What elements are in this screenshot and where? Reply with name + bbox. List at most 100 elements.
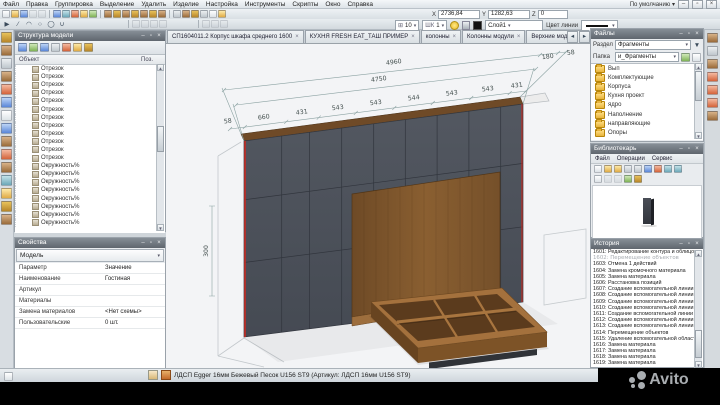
report-tool-icon[interactable]	[209, 10, 217, 18]
scroll-thumb[interactable]	[695, 330, 702, 358]
tree-item[interactable]: Окружность%	[15, 211, 165, 219]
dock-tab-icon[interactable]	[707, 46, 718, 56]
tree-item[interactable]: Отрезок	[15, 89, 165, 97]
structure-scrollbar[interactable]: ▲ ▼	[156, 64, 164, 231]
history-item[interactable]: 1608: Создание вспомогательной линии	[591, 292, 703, 298]
history-item[interactable]: 1615: Удаление вспомогательной области	[591, 336, 703, 342]
collapse-icon[interactable]	[62, 43, 71, 52]
scroll-up-icon[interactable]: ▲	[157, 64, 164, 71]
node-tool-icon[interactable]	[220, 20, 228, 28]
left-tool-icon[interactable]	[1, 136, 12, 147]
folder-item[interactable]: Комплектующие	[591, 73, 703, 82]
go-folder-icon[interactable]	[681, 53, 690, 62]
left-tool-icon[interactable]	[1, 214, 12, 225]
minimize-icon[interactable]: –	[140, 31, 146, 41]
material-tool-icon[interactable]	[182, 10, 190, 18]
float-icon[interactable]: ▫	[148, 31, 154, 41]
history-scrollbar[interactable]: ▲ ▼	[694, 250, 702, 368]
panel-title-bar[interactable]: Файлы – ▫ ×	[591, 29, 703, 39]
document-tab[interactable]: Колонны модули ×	[462, 30, 525, 43]
panel-tool-icon[interactable]	[113, 10, 121, 18]
tree-item[interactable]: Отрезок	[15, 65, 165, 73]
preview-toggle-icon[interactable]	[594, 175, 602, 183]
grid-tool-icon[interactable]	[53, 10, 61, 18]
minimize-icon[interactable]: –	[678, 29, 684, 39]
scroll-thumb[interactable]	[157, 126, 164, 152]
list-view-icon[interactable]	[624, 165, 632, 173]
text-tool-icon[interactable]	[71, 10, 79, 18]
undo-icon[interactable]	[29, 10, 37, 18]
tree-item[interactable]: Окружность%	[15, 195, 165, 203]
section-combo[interactable]: Фрагменты ▾	[615, 40, 691, 50]
dock-tab-icon[interactable]	[707, 85, 718, 95]
render-mode-icon[interactable]	[634, 175, 642, 183]
restore-button[interactable]: ▫	[692, 0, 703, 9]
minimize-icon[interactable]: –	[140, 238, 146, 248]
left-tool-icon[interactable]	[1, 123, 12, 134]
draw-tool-icon[interactable]: ∕	[13, 20, 23, 29]
open-item-icon[interactable]	[604, 165, 612, 173]
left-tool-icon[interactable]	[1, 175, 12, 186]
menu-item[interactable]: Файл	[3, 1, 19, 8]
layer-lock-icon[interactable]	[462, 21, 470, 30]
history-item[interactable]: 1610: Создание вспомогательной линии	[591, 305, 703, 311]
left-tool-icon[interactable]	[1, 97, 12, 108]
zoom-preview-icon[interactable]	[614, 175, 622, 183]
tree-item[interactable]: Окружность%	[15, 203, 165, 211]
close-icon[interactable]: ×	[694, 29, 700, 39]
minimize-button[interactable]: –	[678, 0, 689, 9]
left-tool-icon[interactable]	[1, 84, 12, 95]
float-icon[interactable]: ▫	[686, 239, 692, 249]
measure-tool-icon[interactable]	[89, 10, 97, 18]
left-tool-icon[interactable]	[1, 71, 12, 82]
property-row[interactable]: Артикул	[15, 285, 165, 296]
librarian-menu-item[interactable]: Сервис	[652, 156, 673, 162]
folder-combo[interactable]: и_Фрагменты ▾	[615, 52, 679, 62]
librarian-menu-item[interactable]: Операции	[617, 156, 645, 162]
close-icon[interactable]: ×	[517, 34, 521, 40]
tree-item[interactable]: Отрезок	[15, 130, 165, 138]
layer-color-swatch[interactable]	[473, 21, 482, 30]
float-icon[interactable]: ▫	[686, 29, 692, 39]
snap-tool-icon[interactable]	[202, 20, 210, 28]
x-coordinate-field[interactable]: 2736,84	[438, 10, 480, 19]
tree-item[interactable]: Окружность%	[15, 186, 165, 194]
close-icon[interactable]: ×	[694, 239, 700, 249]
tree-item[interactable]: Окружность%	[15, 178, 165, 186]
dock-tab-icon[interactable]	[707, 98, 718, 108]
insert-model-icon[interactable]	[644, 165, 652, 173]
expand-icon[interactable]	[51, 43, 60, 52]
z-coordinate-field[interactable]: 0	[538, 10, 568, 19]
rotate-preview-icon[interactable]	[604, 175, 612, 183]
forward-icon[interactable]	[674, 165, 682, 173]
menu-item[interactable]: Окно	[325, 1, 340, 8]
array-tool-icon[interactable]	[150, 20, 158, 28]
dock-tab-icon[interactable]	[707, 59, 718, 69]
left-tool-icon[interactable]	[1, 201, 12, 212]
draw-tool-icon[interactable]: ◯	[46, 20, 56, 29]
status-icon[interactable]	[4, 372, 13, 381]
folder-up-icon[interactable]	[614, 165, 622, 173]
left-tool-icon[interactable]	[1, 32, 12, 43]
scroll-up-icon[interactable]: ▲	[695, 63, 702, 70]
new-file-icon[interactable]	[2, 10, 10, 18]
close-icon[interactable]: ×	[453, 34, 457, 40]
3d-viewport[interactable]: 4960 4750 58 660 431 543 543 544 543 543…	[166, 44, 590, 368]
scroll-down-icon[interactable]: ▼	[695, 361, 702, 368]
folder-item[interactable]: Вып	[591, 64, 703, 73]
current-material-group[interactable]: ЛДСП Egger 16мм Бежевый Песок U156 ST9 (…	[148, 370, 411, 380]
pencil-tool-icon[interactable]	[80, 10, 88, 18]
menu-item[interactable]: Справка	[347, 1, 373, 8]
folder-item[interactable]: направляющие	[591, 119, 703, 128]
files-scrollbar[interactable]: ▲ ▼	[694, 63, 702, 139]
tree-item[interactable]: Отрезок	[15, 114, 165, 122]
folder-item[interactable]: Корпуса	[591, 82, 703, 91]
minimize-icon[interactable]: –	[678, 239, 684, 249]
tree-item[interactable]: Отрезок	[15, 73, 165, 81]
facade-tool-icon[interactable]	[122, 10, 130, 18]
model-selector-dropdown[interactable]: Модель ▾	[16, 249, 164, 262]
section-tool-icon[interactable]	[149, 10, 157, 18]
align-tool-icon[interactable]	[132, 20, 140, 28]
drawer-tool-icon[interactable]	[140, 10, 148, 18]
library-preview-area[interactable]	[592, 185, 702, 239]
